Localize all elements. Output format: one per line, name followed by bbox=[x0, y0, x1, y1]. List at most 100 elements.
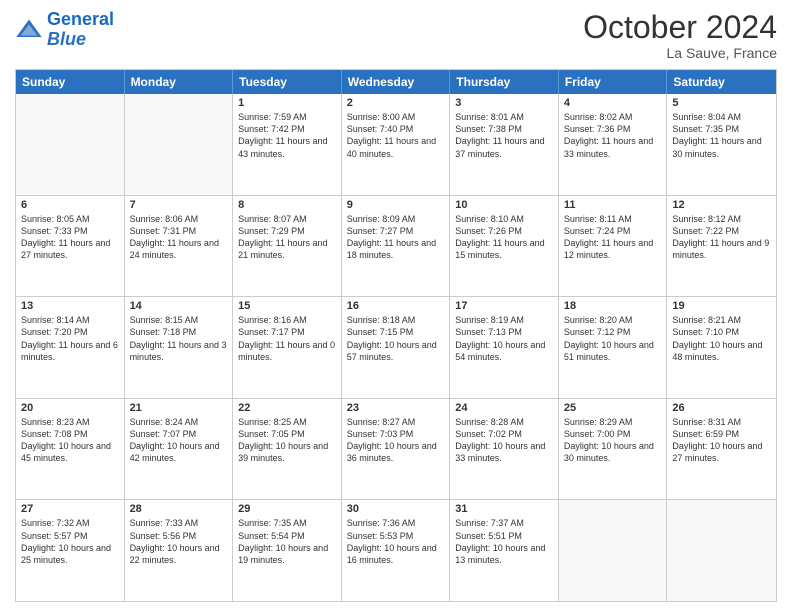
weekday-header: Monday bbox=[125, 70, 234, 94]
page: General Blue October 2024 La Sauve, Fran… bbox=[0, 0, 792, 612]
day-number: 4 bbox=[564, 97, 662, 109]
day-number: 11 bbox=[564, 199, 662, 211]
cell-info: Sunrise: 8:18 AM Sunset: 7:15 PM Dayligh… bbox=[347, 314, 445, 363]
calendar-row: 20Sunrise: 8:23 AM Sunset: 7:08 PM Dayli… bbox=[16, 398, 776, 500]
calendar-body: 1 Sunrise: 7:59 AM Sunset: 7:42 PM Daylig… bbox=[16, 94, 776, 601]
cell-info: Sunrise: 8:31 AM Sunset: 6:59 PM Dayligh… bbox=[672, 416, 771, 465]
day-number: 1 bbox=[238, 97, 336, 109]
calendar-cell: 21 Sunrise: 8:24 AM Sunset: 7:07 PM Dayli… bbox=[125, 399, 234, 500]
weekday-header: Thursday bbox=[450, 70, 559, 94]
calendar-cell: 22 Sunrise: 8:25 AM Sunset: 7:05 PM Dayli… bbox=[233, 399, 342, 500]
calendar-cell: 20Sunrise: 8:23 AM Sunset: 7:08 PM Dayli… bbox=[16, 399, 125, 500]
day-number: 24 bbox=[455, 402, 553, 414]
cell-info: Sunrise: 8:19 AM Sunset: 7:13 PM Dayligh… bbox=[455, 314, 553, 363]
cell-info: Sunrise: 8:10 AM Sunset: 7:26 PM Dayligh… bbox=[455, 213, 553, 262]
day-number: 10 bbox=[455, 199, 553, 211]
calendar-cell: 12Sunrise: 8:12 AM Sunset: 7:22 PM Dayli… bbox=[667, 196, 776, 297]
day-number: 19 bbox=[672, 300, 771, 312]
weekday-header: Friday bbox=[559, 70, 668, 94]
day-number: 29 bbox=[238, 503, 336, 515]
location: La Sauve, France bbox=[583, 45, 777, 61]
calendar-cell: 29 Sunrise: 7:35 AM Sunset: 5:54 PM Dayli… bbox=[233, 500, 342, 601]
calendar-cell: 10 Sunrise: 8:10 AM Sunset: 7:26 PM Dayli… bbox=[450, 196, 559, 297]
calendar-cell: 25Sunrise: 8:29 AM Sunset: 7:00 PM Dayli… bbox=[559, 399, 668, 500]
calendar-cell: 5 Sunrise: 8:04 AM Sunset: 7:35 PM Daylig… bbox=[667, 94, 776, 195]
weekday-header: Sunday bbox=[16, 70, 125, 94]
calendar-cell: 15 Sunrise: 8:16 AM Sunset: 7:17 PM Dayli… bbox=[233, 297, 342, 398]
weekday-header: Wednesday bbox=[342, 70, 451, 94]
calendar-cell bbox=[125, 94, 234, 195]
cell-info: Sunrise: 8:16 AM Sunset: 7:17 PM Dayligh… bbox=[238, 314, 336, 363]
calendar-cell: 3 Sunrise: 8:01 AM Sunset: 7:38 PM Daylig… bbox=[450, 94, 559, 195]
header: General Blue October 2024 La Sauve, Fran… bbox=[15, 10, 777, 61]
calendar-cell: 2 Sunrise: 8:00 AM Sunset: 7:40 PM Daylig… bbox=[342, 94, 451, 195]
title-block: October 2024 La Sauve, France bbox=[583, 10, 777, 61]
calendar-cell bbox=[559, 500, 668, 601]
day-number: 28 bbox=[130, 503, 228, 515]
logo-line1: General bbox=[47, 9, 114, 29]
day-number: 12 bbox=[672, 199, 771, 211]
cell-info: Sunrise: 8:01 AM Sunset: 7:38 PM Dayligh… bbox=[455, 111, 553, 160]
calendar-cell: 14Sunrise: 8:15 AM Sunset: 7:18 PM Dayli… bbox=[125, 297, 234, 398]
calendar-row: 27 Sunrise: 7:32 AM Sunset: 5:57 PM Dayli… bbox=[16, 499, 776, 601]
day-number: 2 bbox=[347, 97, 445, 109]
calendar-cell bbox=[667, 500, 776, 601]
calendar-cell: 6Sunrise: 8:05 AM Sunset: 7:33 PM Daylig… bbox=[16, 196, 125, 297]
cell-info: Sunrise: 8:00 AM Sunset: 7:40 PM Dayligh… bbox=[347, 111, 445, 160]
day-number: 8 bbox=[238, 199, 336, 211]
day-number: 21 bbox=[130, 402, 228, 414]
day-number: 25 bbox=[564, 402, 662, 414]
calendar-cell: 4 Sunrise: 8:02 AM Sunset: 7:36 PM Daylig… bbox=[559, 94, 668, 195]
calendar: SundayMondayTuesdayWednesdayThursdayFrid… bbox=[15, 69, 777, 602]
calendar-cell: 31Sunrise: 7:37 AM Sunset: 5:51 PM Dayli… bbox=[450, 500, 559, 601]
logo: General Blue bbox=[15, 10, 114, 50]
calendar-header: SundayMondayTuesdayWednesdayThursdayFrid… bbox=[16, 70, 776, 94]
cell-info: Sunrise: 7:36 AM Sunset: 5:53 PM Dayligh… bbox=[347, 517, 445, 566]
day-number: 15 bbox=[238, 300, 336, 312]
weekday-header: Tuesday bbox=[233, 70, 342, 94]
calendar-cell: 27 Sunrise: 7:32 AM Sunset: 5:57 PM Dayli… bbox=[16, 500, 125, 601]
day-number: 31 bbox=[455, 503, 553, 515]
cell-info: Sunrise: 8:24 AM Sunset: 7:07 PM Dayligh… bbox=[130, 416, 228, 465]
cell-info: Sunrise: 7:35 AM Sunset: 5:54 PM Dayligh… bbox=[238, 517, 336, 566]
month-title: October 2024 bbox=[583, 10, 777, 45]
calendar-cell: 19Sunrise: 8:21 AM Sunset: 7:10 PM Dayli… bbox=[667, 297, 776, 398]
cell-info: Sunrise: 8:09 AM Sunset: 7:27 PM Dayligh… bbox=[347, 213, 445, 262]
day-number: 26 bbox=[672, 402, 771, 414]
cell-info: Sunrise: 8:23 AM Sunset: 7:08 PM Dayligh… bbox=[21, 416, 119, 465]
day-number: 5 bbox=[672, 97, 771, 109]
calendar-cell: 9 Sunrise: 8:09 AM Sunset: 7:27 PM Daylig… bbox=[342, 196, 451, 297]
calendar-cell: 1 Sunrise: 7:59 AM Sunset: 7:42 PM Daylig… bbox=[233, 94, 342, 195]
calendar-cell: 28 Sunrise: 7:33 AM Sunset: 5:56 PM Dayli… bbox=[125, 500, 234, 601]
day-number: 9 bbox=[347, 199, 445, 211]
day-number: 27 bbox=[21, 503, 119, 515]
calendar-cell: 8 Sunrise: 8:07 AM Sunset: 7:29 PM Daylig… bbox=[233, 196, 342, 297]
logo-text: General Blue bbox=[47, 10, 114, 50]
cell-info: Sunrise: 8:04 AM Sunset: 7:35 PM Dayligh… bbox=[672, 111, 771, 160]
cell-info: Sunrise: 7:59 AM Sunset: 7:42 PM Dayligh… bbox=[238, 111, 336, 160]
day-number: 7 bbox=[130, 199, 228, 211]
cell-info: Sunrise: 8:02 AM Sunset: 7:36 PM Dayligh… bbox=[564, 111, 662, 160]
day-number: 17 bbox=[455, 300, 553, 312]
calendar-cell bbox=[16, 94, 125, 195]
weekday-header: Saturday bbox=[667, 70, 776, 94]
day-number: 23 bbox=[347, 402, 445, 414]
cell-info: Sunrise: 7:33 AM Sunset: 5:56 PM Dayligh… bbox=[130, 517, 228, 566]
calendar-cell: 16Sunrise: 8:18 AM Sunset: 7:15 PM Dayli… bbox=[342, 297, 451, 398]
calendar-cell: 18Sunrise: 8:20 AM Sunset: 7:12 PM Dayli… bbox=[559, 297, 668, 398]
day-number: 13 bbox=[21, 300, 119, 312]
calendar-cell: 26 Sunrise: 8:31 AM Sunset: 6:59 PM Dayli… bbox=[667, 399, 776, 500]
calendar-row: 13Sunrise: 8:14 AM Sunset: 7:20 PM Dayli… bbox=[16, 296, 776, 398]
cell-info: Sunrise: 7:32 AM Sunset: 5:57 PM Dayligh… bbox=[21, 517, 119, 566]
cell-info: Sunrise: 8:28 AM Sunset: 7:02 PM Dayligh… bbox=[455, 416, 553, 465]
cell-info: Sunrise: 8:06 AM Sunset: 7:31 PM Dayligh… bbox=[130, 213, 228, 262]
calendar-cell: 11 Sunrise: 8:11 AM Sunset: 7:24 PM Dayli… bbox=[559, 196, 668, 297]
cell-info: Sunrise: 8:07 AM Sunset: 7:29 PM Dayligh… bbox=[238, 213, 336, 262]
calendar-cell: 17 Sunrise: 8:19 AM Sunset: 7:13 PM Dayli… bbox=[450, 297, 559, 398]
cell-info: Sunrise: 8:20 AM Sunset: 7:12 PM Dayligh… bbox=[564, 314, 662, 363]
day-number: 22 bbox=[238, 402, 336, 414]
day-number: 3 bbox=[455, 97, 553, 109]
cell-info: Sunrise: 8:25 AM Sunset: 7:05 PM Dayligh… bbox=[238, 416, 336, 465]
cell-info: Sunrise: 8:11 AM Sunset: 7:24 PM Dayligh… bbox=[564, 213, 662, 262]
day-number: 30 bbox=[347, 503, 445, 515]
